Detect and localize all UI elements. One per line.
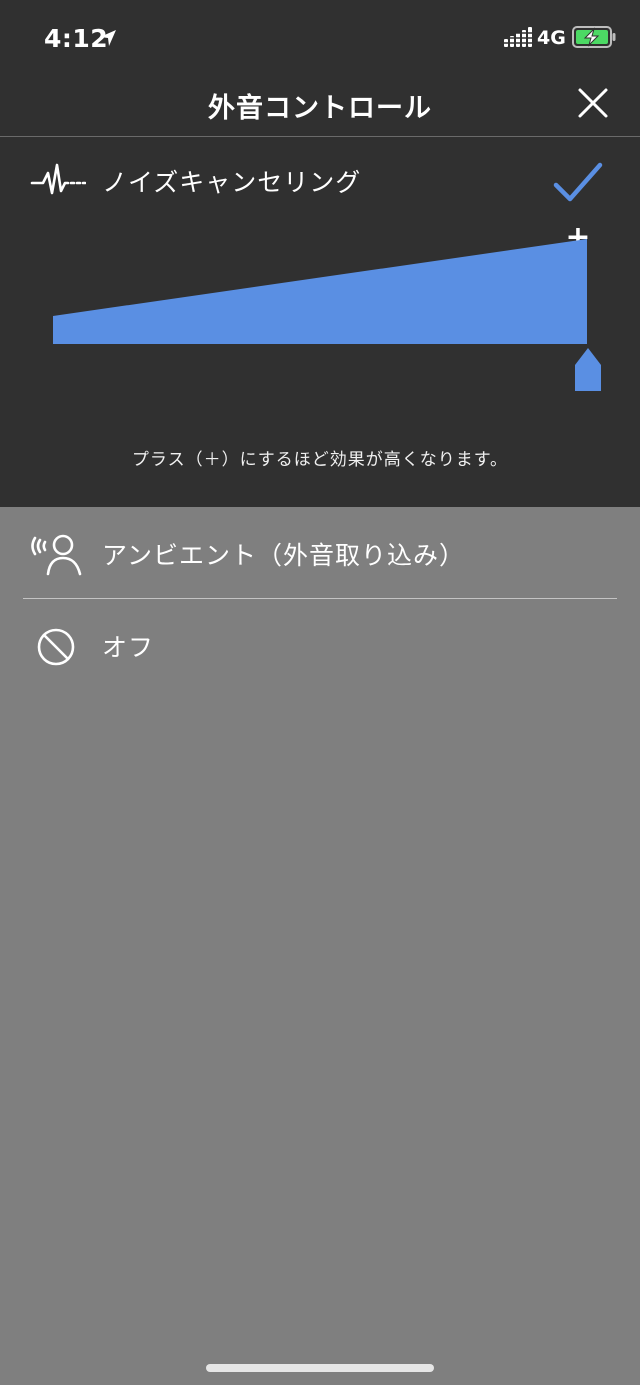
status-bar: 4:12 4G [0, 0, 640, 76]
screen: 4:12 4G 外音コントロール ノイズキャンセリング + プラス（＋）にするほ… [0, 0, 640, 1385]
checkmark-icon [553, 162, 603, 202]
location-arrow-icon [100, 30, 116, 46]
off-option-label: オフ [102, 633, 155, 662]
close-button[interactable] [570, 80, 616, 126]
ambient-listening-icon [31, 534, 82, 576]
noise-cancelling-option[interactable]: ノイズキャンセリング [0, 137, 640, 227]
ambient-option[interactable]: アンビエント（外音取り込み） [0, 508, 640, 600]
battery-charging-icon [572, 26, 616, 48]
divider [23, 598, 617, 599]
signal-strength-icon [504, 27, 532, 47]
level-fill-wedge [53, 239, 587, 344]
home-indicator [206, 1364, 434, 1372]
noise-cancelling-hint: プラス（＋）にするほど効果が高くなります。 [131, 450, 509, 470]
nav-header: 外音コントロール [0, 76, 640, 137]
network-type: 4G [537, 27, 566, 49]
page-title: 外音コントロール [208, 93, 432, 124]
off-icon [37, 628, 75, 666]
ambient-option-label: アンビエント（外音取り込み） [102, 541, 466, 570]
off-option[interactable]: オフ [0, 600, 640, 692]
slider-handle[interactable] [575, 348, 601, 391]
noise-cancelling-panel: ノイズキャンセリング + プラス（＋）にするほど効果が高くなります。 [0, 137, 640, 507]
noise-cancelling-level-slider[interactable]: + [30, 223, 620, 409]
noise-cancelling-label: ノイズキャンセリング [102, 168, 362, 197]
waveform-icon [30, 163, 86, 195]
